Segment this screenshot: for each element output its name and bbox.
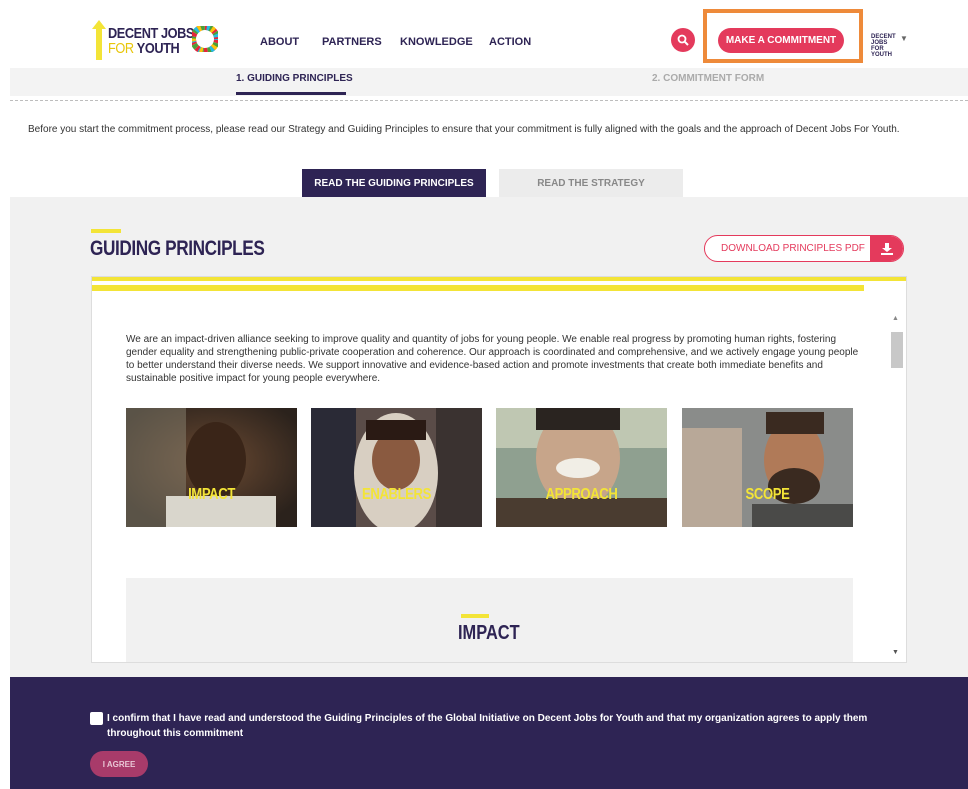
card-enablers-image bbox=[311, 408, 482, 527]
impact-panel: IMPACT bbox=[126, 578, 853, 662]
download-icon bbox=[870, 236, 903, 261]
scroll-up-icon[interactable]: ▲ bbox=[892, 315, 899, 322]
nav-knowledge[interactable]: KNOWLEDGE bbox=[400, 36, 473, 48]
search-icon bbox=[677, 34, 689, 46]
step-guiding-principles[interactable]: 1. GUIDING PRINCIPLES bbox=[236, 73, 353, 84]
title-accent bbox=[91, 229, 121, 233]
card-approach-image bbox=[496, 408, 667, 527]
language-logo[interactable]: DECENT JOBS FOR YOUTH bbox=[871, 34, 896, 58]
card-enablers[interactable]: ENABLERS bbox=[311, 408, 482, 527]
make-commitment-button[interactable]: MAKE A COMMITMENT bbox=[718, 28, 844, 53]
confirm-text: I confirm that I have read and understoo… bbox=[107, 713, 868, 739]
principles-text: We are an impact-driven alliance seeking… bbox=[126, 334, 859, 384]
download-label: DOWNLOAD PRINCIPLES PDF bbox=[721, 243, 865, 254]
section-title: GUIDING PRINCIPLES bbox=[90, 237, 265, 260]
card-impact-image bbox=[126, 408, 297, 527]
step-commitment-form[interactable]: 2. COMMITMENT FORM bbox=[652, 73, 764, 84]
card-label: IMPACT bbox=[188, 486, 235, 503]
principles-scroll-box[interactable]: We are an impact-driven alliance seeking… bbox=[91, 276, 907, 663]
agree-button[interactable]: I AGREE bbox=[90, 751, 148, 777]
card-approach[interactable]: APPROACH bbox=[496, 408, 667, 527]
impact-title: IMPACT bbox=[458, 622, 520, 644]
search-button[interactable] bbox=[671, 28, 695, 52]
chevron-down-icon[interactable]: ▼ bbox=[900, 34, 908, 43]
card-scope[interactable]: SCOPE bbox=[682, 408, 853, 527]
sdg-wheel-icon bbox=[192, 26, 218, 52]
tab-strategy[interactable]: READ THE STRATEGY bbox=[499, 169, 683, 197]
step-bar bbox=[10, 68, 968, 96]
scrollbar-thumb[interactable] bbox=[891, 332, 903, 368]
nav-action[interactable]: ACTION bbox=[489, 36, 531, 48]
logo-line2[interactable]: FOR YOUTH bbox=[108, 40, 180, 57]
nav-about[interactable]: ABOUT bbox=[260, 36, 299, 48]
step-active-underline bbox=[236, 92, 346, 95]
nav-partners[interactable]: PARTNERS bbox=[322, 36, 382, 48]
yellow-rule-top bbox=[92, 277, 906, 281]
yellow-rule bbox=[92, 285, 864, 291]
card-label: ENABLERS bbox=[362, 486, 431, 503]
card-impact[interactable]: IMPACT bbox=[126, 408, 297, 527]
card-label: SCOPE bbox=[745, 486, 790, 503]
logo-arrow-icon bbox=[92, 20, 106, 60]
impact-accent bbox=[461, 614, 489, 618]
card-label: APPROACH bbox=[545, 486, 618, 503]
divider bbox=[10, 100, 968, 101]
intro-text: Before you start the commitment process,… bbox=[28, 124, 900, 135]
tab-guiding-principles[interactable]: READ THE GUIDING PRINCIPLES bbox=[302, 169, 486, 197]
scroll-down-icon[interactable]: ▼ bbox=[892, 649, 899, 656]
confirm-checkbox[interactable] bbox=[90, 712, 103, 725]
card-scope-image bbox=[682, 408, 853, 527]
download-pdf-button[interactable]: DOWNLOAD PRINCIPLES PDF bbox=[704, 235, 904, 262]
